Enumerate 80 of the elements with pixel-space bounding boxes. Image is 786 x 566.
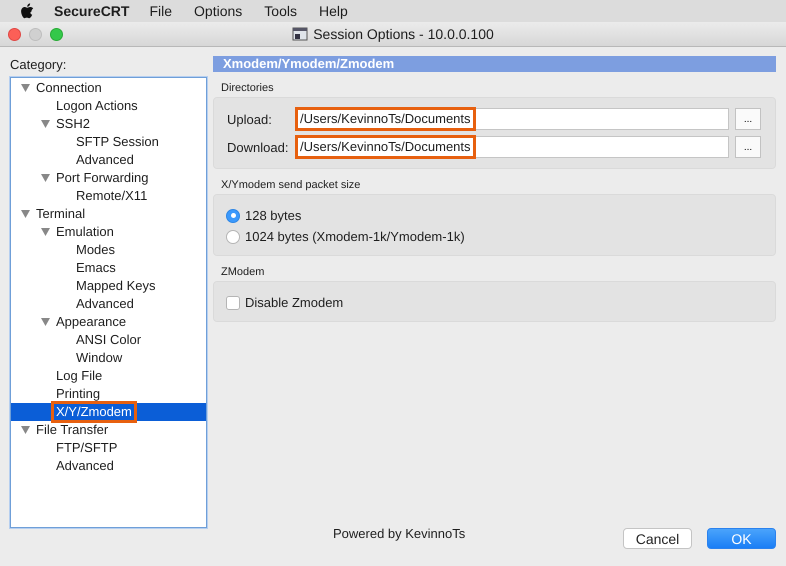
close-icon[interactable]	[8, 28, 21, 41]
tree-item[interactable]: File Transfer	[11, 421, 206, 439]
tree-item-label: Advanced	[75, 152, 135, 168]
tree-item[interactable]: Logon Actions	[11, 97, 206, 115]
tree-item[interactable]: Printing	[11, 385, 206, 403]
expand-triangle-icon[interactable]	[21, 210, 30, 218]
group-label: ZModem	[220, 265, 266, 280]
radio-button[interactable]	[226, 230, 240, 244]
tree-item[interactable]: Emulation	[11, 223, 206, 241]
tree-item-label: Appearance	[55, 314, 128, 330]
tree-item-label: ANSI Color	[75, 332, 142, 348]
category-label: Category:	[10, 57, 68, 74]
group-label: X/Ymodem send packet size	[220, 178, 362, 193]
tree-item-label: Emulation	[55, 224, 115, 240]
tree-item[interactable]: Advanced	[11, 457, 206, 475]
tree-item-label: Window	[75, 350, 124, 366]
tree-item[interactable]: SSH2	[11, 115, 206, 133]
tree-item-label: Remote/X11	[75, 188, 148, 204]
window-title: Session Options - 10.0.0.100	[313, 26, 494, 42]
menu-item[interactable]: File	[149, 3, 172, 19]
tree-item[interactable]: Port Forwarding	[11, 169, 206, 187]
tree-item-label: Modes	[75, 242, 116, 258]
expand-triangle-icon[interactable]	[41, 120, 50, 128]
tree-item-label: File Transfer	[35, 422, 110, 438]
tree-item[interactable]: X/Y/Zmodem	[11, 403, 206, 421]
group-label: Directories	[220, 81, 275, 96]
tree-item-label: X/Y/Zmodem	[54, 404, 134, 420]
app-menu[interactable]: SecureCRT	[54, 3, 130, 19]
tree-item-label: Terminal	[35, 206, 86, 222]
tree-item[interactable]: ANSI Color	[11, 331, 206, 349]
tree-item[interactable]: Advanced	[11, 151, 206, 169]
tree-item[interactable]: Terminal	[11, 205, 206, 223]
tree-item-label: Connection	[35, 80, 103, 96]
radio-button[interactable]	[226, 208, 240, 222]
tree-item-label: Printing	[55, 386, 102, 402]
menu-item[interactable]: Tools	[264, 3, 297, 19]
expand-triangle-icon[interactable]	[41, 318, 50, 326]
expand-triangle-icon[interactable]	[21, 426, 30, 434]
radio-option[interactable]: 128 bytes	[226, 207, 763, 224]
expand-triangle-icon[interactable]	[41, 228, 50, 236]
checkbox[interactable]	[226, 296, 240, 310]
apple-icon[interactable]	[20, 3, 34, 19]
tree-item[interactable]: Mapped Keys	[11, 277, 206, 295]
tree-item[interactable]: FTP/SFTP	[11, 439, 206, 457]
menu-item[interactable]: Options	[194, 3, 242, 19]
tree-item-label: Mapped Keys	[75, 278, 156, 294]
tree-item-label: Advanced	[75, 296, 135, 312]
tree-item[interactable]: SFTP Session	[11, 133, 206, 151]
field-label: Download:	[227, 140, 290, 154]
zoom-icon[interactable]	[50, 28, 63, 41]
path-field[interactable]: /Users/KevinnoTs/Documents	[295, 108, 729, 130]
cancel-button[interactable]: Cancel	[623, 528, 692, 549]
browse-button[interactable]: ...	[735, 136, 761, 158]
tree-item[interactable]: Connection	[11, 79, 206, 97]
panel-title: Xmodem/Ymodem/Zmodem	[213, 56, 776, 72]
footer-text: Powered by KevinnoTs	[333, 526, 466, 541]
tree-item[interactable]: Modes	[11, 241, 206, 259]
browse-button[interactable]: ...	[735, 108, 761, 130]
checkbox-option[interactable]: Disable Zmodem	[226, 294, 763, 311]
tree-item-label: SFTP Session	[75, 134, 160, 150]
menu-item[interactable]: Help	[318, 3, 348, 19]
expand-triangle-icon[interactable]	[41, 174, 50, 182]
path-field[interactable]: /Users/KevinnoTs/Documents	[295, 136, 729, 158]
tree-item-label: Emacs	[75, 260, 117, 276]
tree-item[interactable]: Emacs	[11, 259, 206, 277]
tree-item[interactable]: Appearance	[11, 313, 206, 331]
field-label: Upload:	[227, 112, 273, 126]
tree-item-label: Port Forwarding	[55, 170, 150, 186]
tree-item-label: SSH2	[55, 116, 91, 132]
tree-item[interactable]: Advanced	[11, 295, 206, 313]
tree-item[interactable]: Log File	[11, 367, 206, 385]
radio-option[interactable]: 1024 bytes (Xmodem-1k/Ymodem-1k)	[226, 228, 763, 245]
tree-item-label: Log File	[55, 368, 104, 384]
tree-item[interactable]: Window	[11, 349, 206, 367]
expand-triangle-icon[interactable]	[21, 84, 30, 92]
tree-item[interactable]: Remote/X11	[11, 187, 206, 205]
tree-item-label: FTP/SFTP	[55, 440, 118, 456]
tree-item-label: Advanced	[55, 458, 115, 474]
tree-item-label: Logon Actions	[55, 98, 139, 114]
window-icon	[292, 26, 308, 42]
